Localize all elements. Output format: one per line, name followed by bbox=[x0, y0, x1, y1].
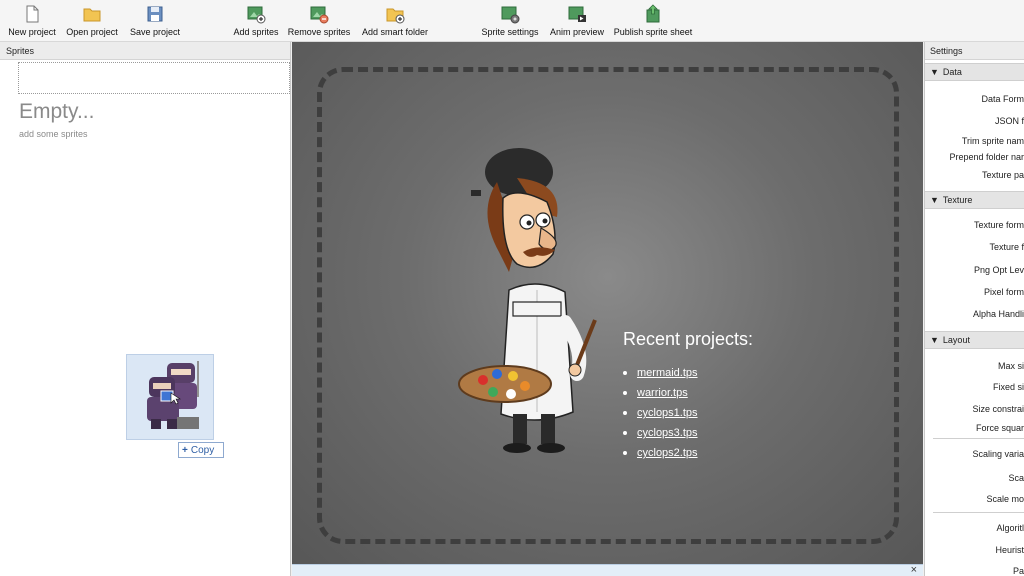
add-smart-folder-label: Add smart folder bbox=[361, 27, 429, 37]
drag-copy-label: Copy bbox=[190, 444, 215, 456]
sprite-settings-label: Sprite settings bbox=[481, 27, 539, 37]
recent-project-link[interactable]: warrior.tps bbox=[637, 387, 688, 399]
recent-project-link[interactable]: cyclops1.tps bbox=[637, 407, 698, 419]
collapse-triangle-icon: ▼ bbox=[930, 195, 939, 205]
setting-png-opt-level: Png Opt Lev bbox=[973, 265, 1024, 275]
save-project-label: Save project bbox=[129, 27, 181, 37]
sprite-settings-button[interactable]: Sprite settings bbox=[480, 4, 540, 40]
recent-project-link[interactable]: cyclops3.tps bbox=[637, 427, 698, 439]
new-project-label: New project bbox=[8, 27, 56, 37]
publish-sprite-sheet-button[interactable]: Publish sprite sheet bbox=[613, 4, 693, 40]
settings-separator bbox=[933, 438, 1024, 439]
recent-project-item: cyclops1.tps bbox=[623, 403, 698, 423]
add-smart-folder-button[interactable]: Add smart folder bbox=[361, 4, 429, 40]
setting-fixed-size: Fixed si bbox=[992, 382, 1024, 392]
recent-project-item: mermaid.tps bbox=[623, 363, 698, 383]
main-toolbar: New project Open project Save project Ad… bbox=[0, 0, 1024, 42]
setting-heuristics: Heurist bbox=[995, 545, 1024, 555]
section-texture-title: Texture bbox=[942, 195, 973, 205]
section-layout-header[interactable]: ▼ Layout bbox=[925, 331, 1024, 349]
section-layout-title: Layout bbox=[942, 335, 970, 345]
setting-scaling-variants: Scaling varia bbox=[972, 449, 1024, 459]
add-sprites-button[interactable]: Add sprites bbox=[232, 4, 280, 40]
folder-open-icon bbox=[83, 8, 101, 22]
setting-alpha-handling: Alpha Handli bbox=[972, 309, 1024, 319]
setting-texture-path: Texture pa bbox=[981, 170, 1024, 180]
section-texture-header[interactable]: ▼ Texture bbox=[925, 191, 1024, 209]
anim-preview-button[interactable]: Anim preview bbox=[549, 4, 605, 40]
publish-sprite-sheet-label: Publish sprite sheet bbox=[613, 27, 693, 37]
collapse-triangle-icon: ▼ bbox=[930, 335, 939, 345]
settings-separator bbox=[933, 512, 1024, 513]
bullet-icon bbox=[623, 451, 627, 455]
remove-image-icon bbox=[310, 6, 329, 24]
setting-trim-sprite-names: Trim sprite nam bbox=[961, 136, 1024, 146]
drag-ghost-sprites bbox=[126, 354, 214, 440]
setting-scale: Sca bbox=[1008, 473, 1024, 483]
save-project-button[interactable]: Save project bbox=[128, 4, 182, 40]
publish-icon bbox=[646, 4, 660, 23]
anim-preview-icon bbox=[568, 6, 586, 22]
recent-project-item: cyclops2.tps bbox=[623, 443, 698, 463]
section-data-title: Data bbox=[942, 67, 962, 77]
smart-folder-icon bbox=[386, 8, 405, 24]
plus-icon: + bbox=[182, 444, 188, 456]
bullet-icon bbox=[623, 371, 627, 375]
setting-scale-mode: Scale mo bbox=[986, 494, 1024, 504]
bullet-icon bbox=[623, 391, 627, 395]
sprites-panel-header: Sprites bbox=[0, 42, 290, 60]
setting-pack: Pa bbox=[1012, 566, 1024, 576]
recent-projects-title: Recent projects: bbox=[623, 329, 754, 349]
remove-sprites-label: Remove sprites bbox=[287, 27, 351, 37]
recent-project-item: warrior.tps bbox=[623, 383, 698, 403]
settings-panel-header: Settings bbox=[925, 42, 1024, 60]
open-project-label: Open project bbox=[66, 27, 118, 37]
recent-projects-list: mermaid.tps warrior.tps cyclops1.tps cyc… bbox=[623, 363, 698, 463]
setting-prepend-folder-name: Prepend folder nar bbox=[949, 152, 1024, 162]
section-data-header[interactable]: ▼ Data bbox=[925, 63, 1024, 81]
sprite-filter-input[interactable] bbox=[18, 62, 290, 94]
save-disk-icon bbox=[147, 6, 163, 22]
setting-pixel-format: Pixel form bbox=[983, 287, 1024, 297]
setting-size-constraints: Size constrai bbox=[972, 404, 1024, 414]
collapse-triangle-icon: ▼ bbox=[930, 67, 939, 77]
empty-subtitle: add some sprites bbox=[19, 129, 88, 139]
setting-data-format: Data Form bbox=[981, 94, 1024, 104]
setting-json-file: JSON f bbox=[994, 116, 1024, 126]
remove-sprites-button[interactable]: Remove sprites bbox=[288, 4, 350, 40]
recent-project-link[interactable]: mermaid.tps bbox=[637, 367, 698, 379]
setting-texture-format: Texture form bbox=[973, 220, 1024, 230]
add-sprites-label: Add sprites bbox=[233, 27, 279, 37]
bullet-icon bbox=[623, 431, 627, 435]
ninja-sprite-icon bbox=[147, 361, 199, 429]
recent-project-link[interactable]: cyclops2.tps bbox=[637, 447, 698, 459]
new-file-icon bbox=[26, 5, 39, 23]
setting-force-squared: Force squar bbox=[975, 423, 1024, 433]
new-project-button[interactable]: New project bbox=[6, 4, 58, 40]
open-project-button[interactable]: Open project bbox=[64, 4, 120, 40]
setting-max-size: Max si bbox=[997, 361, 1024, 371]
drop-zone-frame bbox=[317, 67, 899, 544]
drag-copy-tooltip: + Copy bbox=[178, 442, 224, 458]
settings-panel: Settings ▼ Data Data Form JSON f Trim spr… bbox=[924, 42, 1024, 576]
status-strip: × bbox=[292, 564, 923, 576]
anim-preview-label: Anim preview bbox=[549, 27, 605, 37]
welcome-area[interactable]: Recent projects: mermaid.tps warrior.tps… bbox=[292, 42, 923, 564]
setting-algorithm: Algoritl bbox=[996, 523, 1024, 533]
bullet-icon bbox=[623, 411, 627, 415]
setting-texture-file: Texture f bbox=[989, 242, 1024, 252]
sprites-panel: Sprites Empty... add some sprites + Copy bbox=[0, 42, 291, 576]
painter-mascot-icon bbox=[458, 148, 597, 453]
add-image-icon bbox=[247, 6, 266, 24]
empty-title: Empty... bbox=[19, 100, 95, 123]
sprite-settings-icon bbox=[501, 6, 520, 24]
recent-project-item: cyclops3.tps bbox=[623, 423, 698, 443]
close-icon[interactable]: × bbox=[911, 564, 917, 576]
